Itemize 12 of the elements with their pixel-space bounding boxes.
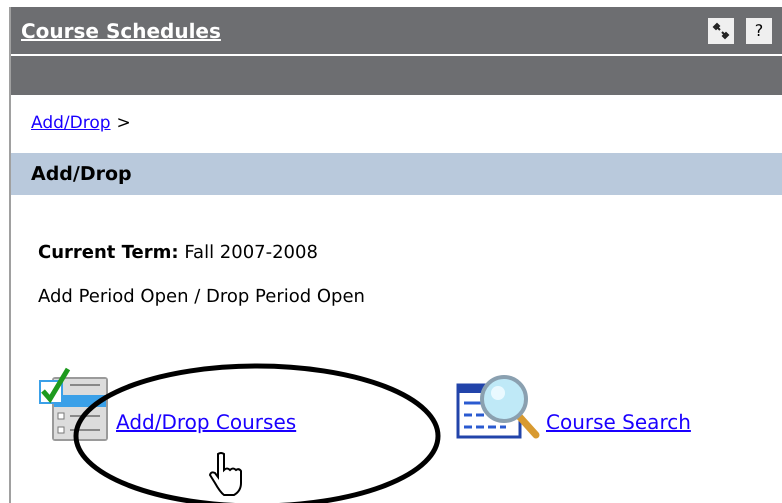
current-term: Current Term: Fall 2007-2008 bbox=[38, 241, 319, 265]
breadcrumb-separator: > bbox=[116, 112, 131, 136]
breadcrumb-link[interactable]: Add/Drop bbox=[31, 111, 111, 137]
hand-cursor-icon bbox=[208, 452, 244, 496]
settings-button[interactable] bbox=[708, 18, 734, 44]
course-link[interactable]: Add/Drop Courses bbox=[110, 407, 296, 437]
section-title: Add/Drop bbox=[31, 162, 132, 187]
period-status: Add Period Open / Drop Period Open bbox=[38, 285, 366, 309]
course-link[interactable]: Course Search bbox=[540, 407, 691, 437]
portlet-title[interactable]: Course Schedules bbox=[21, 16, 221, 46]
checklist-icon bbox=[38, 365, 110, 443]
help-button[interactable]: ? bbox=[746, 18, 772, 44]
